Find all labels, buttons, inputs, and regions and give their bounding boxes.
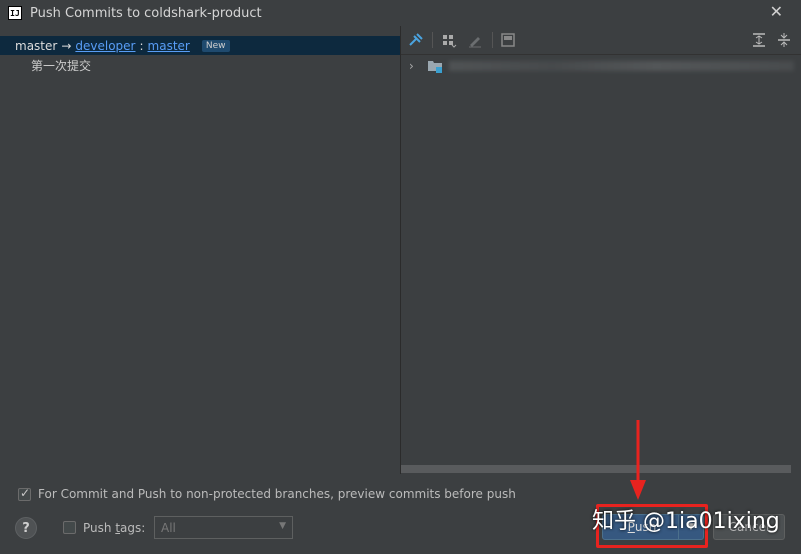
branch-separator: :: [139, 38, 144, 53]
close-icon[interactable]: ✕: [770, 4, 783, 20]
arrow-icon: →: [61, 38, 72, 53]
new-badge: New: [201, 39, 230, 52]
preview-commits-label: For Commit and Push to non-protected bra…: [38, 487, 516, 501]
source-branch: master: [15, 38, 58, 53]
target-branch-link[interactable]: master: [148, 39, 190, 53]
horizontal-scrollbar[interactable]: [401, 465, 791, 473]
push-tags-checkbox[interactable]: [63, 521, 76, 534]
remote-link[interactable]: developer: [75, 39, 135, 53]
title-bar: IJ Push Commits to coldshark-product ✕: [0, 0, 801, 26]
group-by-icon[interactable]: [441, 32, 457, 48]
commit-item[interactable]: 第一次提交: [31, 57, 91, 74]
help-button[interactable]: ?: [15, 517, 37, 539]
intellij-icon: IJ: [8, 6, 22, 20]
branch-row[interactable]: master → developer : master New: [0, 36, 400, 55]
redacted-path: [449, 61, 794, 71]
chevron-right-icon[interactable]: ›: [409, 59, 421, 73]
tags-select[interactable]: All ▼: [154, 516, 293, 539]
diff-icon[interactable]: [500, 32, 516, 48]
tags-select-value: All: [161, 520, 176, 535]
preview-commits-checkbox[interactable]: [18, 486, 31, 501]
edit-icon[interactable]: [467, 32, 483, 48]
window-title: Push Commits to coldshark-product: [30, 5, 262, 21]
watermark-text: 知乎 @1ia01ixing: [592, 509, 780, 534]
collapse-all-icon[interactable]: [776, 32, 792, 48]
annotation-arrow-icon: [630, 420, 646, 500]
folder-icon: [427, 59, 443, 73]
chevron-down-icon: ▼: [279, 521, 286, 531]
push-tags-label: Push tags:: [83, 521, 146, 535]
commits-tree-pane: master → developer : master New 第一次提交: [0, 26, 400, 474]
pin-icon[interactable]: [408, 32, 424, 48]
expand-all-icon[interactable]: [751, 32, 767, 48]
changes-pane: ›: [401, 26, 801, 474]
changes-toolbar: [401, 26, 801, 55]
changes-tree-row[interactable]: ›: [409, 56, 794, 76]
